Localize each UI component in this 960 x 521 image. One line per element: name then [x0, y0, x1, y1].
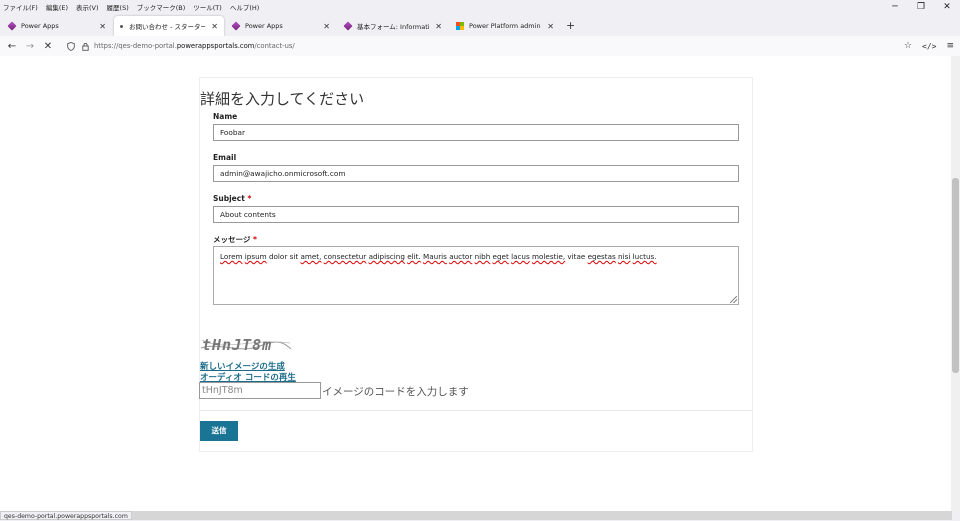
menu-history[interactable]: 履歴(S): [107, 2, 129, 12]
menu-help[interactable]: ヘルプ(H): [230, 2, 259, 12]
tab-close-icon[interactable]: ✕: [435, 22, 442, 31]
scrollbar-thumb[interactable]: [952, 178, 959, 373]
power-apps-icon: [7, 21, 17, 31]
microsoft-logo-icon: [456, 22, 464, 30]
message-word: eget: [492, 252, 509, 261]
message-word: sit: [289, 252, 299, 261]
message-word: luctus.: [632, 252, 657, 261]
message-word: elit.: [407, 252, 421, 261]
tab-admin-center[interactable]: Power Platform admin center ✕: [450, 16, 560, 36]
message-text: Lorem ipsum dolor sit amet, consectetur …: [220, 252, 657, 261]
tab-close-icon[interactable]: ✕: [99, 22, 106, 31]
message-textarea[interactable]: Lorem ipsum dolor sit amet, consectetur …: [213, 246, 739, 305]
status-url: qes-demo-portal.powerappsportals.com: [0, 511, 132, 520]
close-window-button[interactable]: ✕: [934, 0, 960, 14]
url-bar[interactable]: https://qes-demo-portal. powerappsportals…: [94, 42, 295, 50]
tab-bar: Power Apps ✕ お問い合わせ - スターター ポータル ✕ Power…: [0, 14, 960, 36]
forward-button[interactable]: →: [21, 41, 39, 52]
menu-file[interactable]: ファイル(F): [3, 2, 38, 12]
power-apps-icon: [343, 21, 353, 31]
message-word: Lorem: [220, 252, 243, 261]
url-host: powerappsportals.com: [176, 42, 255, 50]
captcha-input[interactable]: tHnJT8m: [199, 382, 321, 399]
tab-power-apps-1[interactable]: Power Apps ✕: [2, 16, 112, 36]
tab-close-icon[interactable]: ✕: [547, 22, 554, 31]
subject-label: Subject *: [213, 194, 252, 203]
vertical-scrollbar[interactable]: [951, 56, 960, 511]
power-apps-icon: [231, 21, 241, 31]
email-label: Email: [213, 153, 237, 162]
message-word: egestas: [587, 252, 616, 261]
resize-grip-icon[interactable]: [730, 296, 737, 303]
tab-label: Power Platform admin center: [469, 22, 541, 30]
menu-bookmarks[interactable]: ブックマーク(B): [137, 2, 186, 12]
shield-icon[interactable]: [65, 41, 77, 51]
name-label: Name: [213, 112, 238, 121]
back-button[interactable]: ←: [3, 41, 21, 52]
tab-contact-us[interactable]: お問い合わせ - スターター ポータル ✕: [114, 16, 224, 36]
message-word: adipiscing: [368, 252, 405, 261]
message-word: molestie,: [532, 252, 566, 261]
message-word: amet,: [300, 252, 322, 261]
form-title: 詳細を入力してください: [200, 90, 365, 108]
message-word: nisi: [618, 252, 631, 261]
tab-close-icon[interactable]: ✕: [323, 22, 330, 31]
menu-edit[interactable]: 編集(E): [46, 2, 68, 12]
menu-view[interactable]: 表示(V): [76, 2, 99, 12]
message-word: vitae: [567, 252, 586, 261]
restore-button[interactable]: ❐: [908, 0, 934, 14]
captcha-hint: イメージのコードを入力します: [322, 386, 469, 398]
message-label: メッセージ *: [213, 235, 257, 244]
bookmark-star-icon[interactable]: ☆: [904, 41, 912, 51]
nav-right-tools: ☆ </> ≡: [894, 36, 954, 56]
message-word: dolor: [268, 252, 288, 261]
tab-close-icon[interactable]: ✕: [211, 22, 218, 31]
message-word: consectetur: [323, 252, 367, 261]
url-prefix: https://qes-demo-portal.: [94, 42, 177, 50]
submit-button[interactable]: 送信: [200, 421, 238, 441]
required-mark: *: [247, 194, 252, 203]
url-path: /contact-us/: [254, 42, 295, 50]
name-field[interactable]: Foobar: [213, 124, 739, 141]
message-word: Mauris: [423, 252, 447, 261]
lock-icon[interactable]: [80, 42, 90, 51]
form-divider: [200, 410, 752, 411]
email-field[interactable]: admin@awajicho.onmicrosoft.com: [213, 165, 739, 182]
navigation-bar: ← → ✕ https://qes-demo-portal. powerappsp…: [0, 36, 960, 56]
tab-label: お問い合わせ - スターター ポータル: [129, 23, 206, 31]
captcha-image: tHnJT8m: [200, 334, 292, 358]
required-mark: *: [252, 235, 257, 244]
message-word: auctor: [449, 252, 473, 261]
hamburger-menu-icon[interactable]: ≡: [946, 41, 954, 51]
minimize-button[interactable]: ─: [882, 0, 908, 14]
window-controls: ─ ❐ ✕: [882, 0, 960, 14]
menu-bar: ファイル(F) 編集(E) 表示(V) 履歴(S) ブックマーク(B) ツール(…: [0, 0, 960, 13]
tab-power-apps-2[interactable]: Power Apps ✕: [226, 16, 336, 36]
horizontal-scrollbar[interactable]: [130, 511, 952, 520]
tab-label: 基本フォーム: Information: Contac: [357, 23, 430, 31]
subject-field[interactable]: About contents: [213, 206, 739, 223]
developer-tools-icon[interactable]: </>: [922, 42, 936, 51]
menu-tools[interactable]: ツール(T): [193, 2, 222, 12]
message-word: nibh: [474, 252, 491, 261]
message-word: lacus: [511, 252, 530, 261]
page-viewport: 詳細を入力してください Name Foobar Email admin@awaj…: [0, 56, 951, 511]
tab-basic-form[interactable]: 基本フォーム: Information: Contac ✕: [338, 16, 448, 36]
tab-label: Power Apps: [21, 22, 59, 30]
loading-dot-icon: [120, 24, 123, 28]
stop-button[interactable]: ✕: [39, 41, 57, 52]
message-word: ipsum: [244, 252, 267, 261]
new-tab-button[interactable]: +: [566, 16, 575, 36]
tab-label: Power Apps: [245, 22, 283, 30]
captcha-text: tHnJT8m: [202, 336, 273, 354]
